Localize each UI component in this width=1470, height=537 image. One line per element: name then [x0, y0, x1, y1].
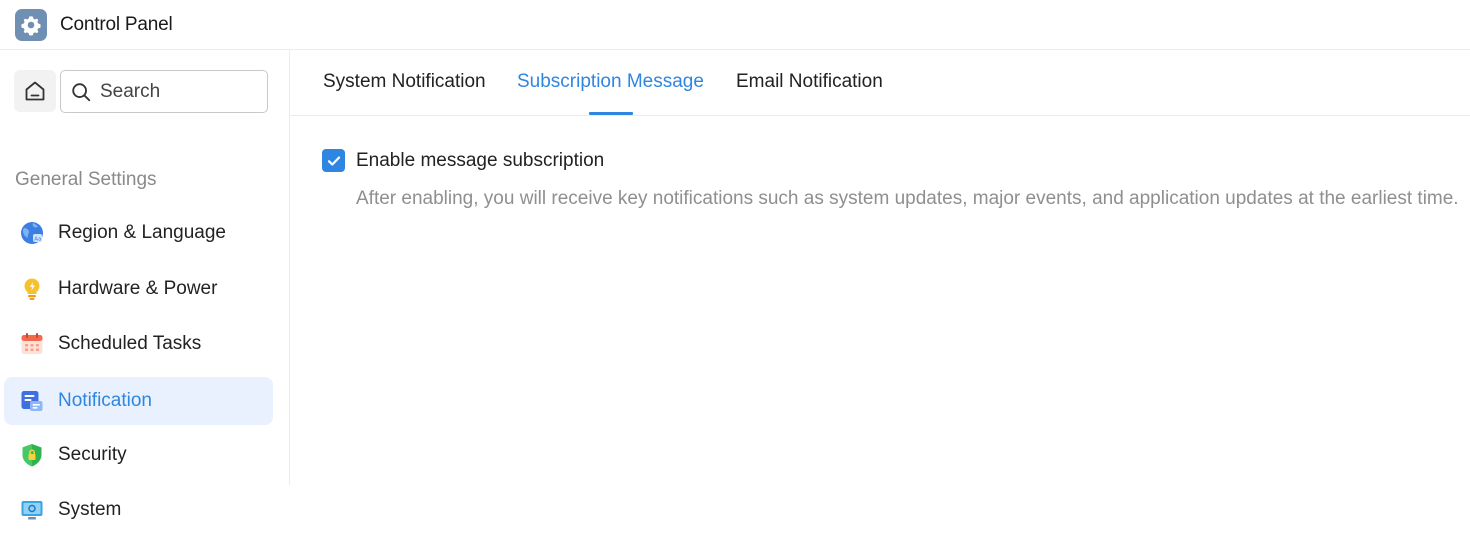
enable-subscription-label[interactable]: Enable message subscription	[356, 150, 604, 172]
title-bar: Control Panel	[0, 0, 1470, 50]
sidebar-item-label: System	[58, 499, 122, 520]
sidebar-item-system[interactable]: System	[4, 486, 273, 534]
active-tab-indicator	[589, 112, 633, 115]
section-label-general-settings: General Settings	[15, 169, 157, 190]
sidebar-item-security[interactable]: Security	[4, 431, 273, 479]
tab-bar: System Notification Subscription Message…	[290, 50, 1470, 116]
lightbulb-icon	[20, 277, 44, 301]
monitor-icon	[20, 498, 44, 522]
checkmark-icon	[327, 156, 340, 166]
tab-subscription-message[interactable]: Subscription Message	[517, 71, 704, 93]
home-button[interactable]	[14, 70, 56, 112]
sidebar-item-region-language[interactable]: Aa Region & Language	[4, 209, 273, 257]
sidebar-item-notification[interactable]: Notification	[4, 377, 273, 425]
gear-icon	[15, 9, 47, 41]
app-title: Control Panel	[60, 14, 173, 35]
subscription-description: After enabling, you will receive key not…	[356, 188, 1459, 209]
svg-text:Aa: Aa	[34, 237, 41, 243]
tab-system-notification[interactable]: System Notification	[323, 71, 486, 93]
sidebar-item-scheduled-tasks[interactable]: Scheduled Tasks	[4, 320, 273, 368]
globe-icon: Aa	[20, 221, 44, 245]
notification-icon	[20, 389, 44, 413]
enable-subscription-checkbox[interactable]	[322, 149, 345, 172]
shield-icon	[20, 443, 44, 467]
sidebar-item-hardware-power[interactable]: Hardware & Power	[4, 265, 273, 313]
sidebar-item-label: Scheduled Tasks	[58, 333, 202, 354]
tab-email-notification[interactable]: Email Notification	[736, 71, 883, 93]
sidebar-item-label: Notification	[58, 390, 152, 411]
search-icon	[70, 81, 92, 103]
home-icon	[25, 81, 45, 101]
sidebar: General Settings Aa Region & Language Ha…	[0, 50, 290, 537]
sidebar-item-label: Security	[58, 444, 127, 465]
search-input[interactable]	[100, 80, 260, 103]
sidebar-item-label: Region & Language	[58, 222, 226, 243]
calendar-icon	[20, 332, 44, 356]
sidebar-item-label: Hardware & Power	[58, 278, 218, 299]
search-box[interactable]	[60, 70, 268, 113]
